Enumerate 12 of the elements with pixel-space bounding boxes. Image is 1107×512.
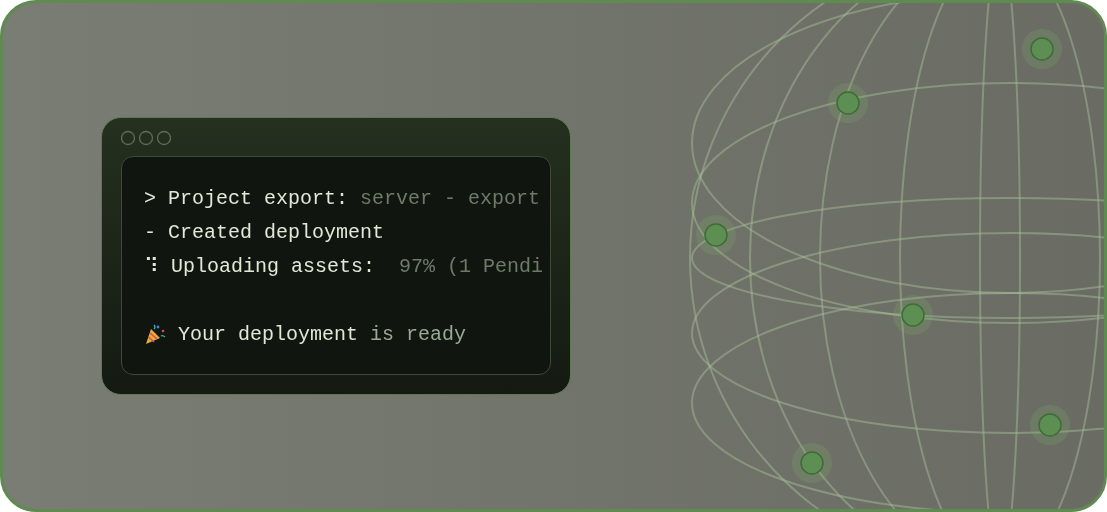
log-text: Project export: — [168, 186, 349, 210]
log-text: Created deployment — [168, 220, 385, 244]
prompt-symbol: > — [144, 186, 156, 210]
log-text: Uploading assets: — [171, 254, 376, 278]
prompt-symbol: - — [144, 220, 156, 244]
log-detail: server - export — [360, 186, 541, 210]
log-detail: 97% (1 Pendi — [398, 254, 544, 278]
prompt-symbol: ⠹ — [144, 254, 159, 279]
log-detail: is ready — [370, 322, 467, 346]
party-popper-icon — [144, 323, 166, 345]
log-text: Your deployment — [178, 322, 359, 346]
window-dots-icon — [121, 130, 171, 146]
